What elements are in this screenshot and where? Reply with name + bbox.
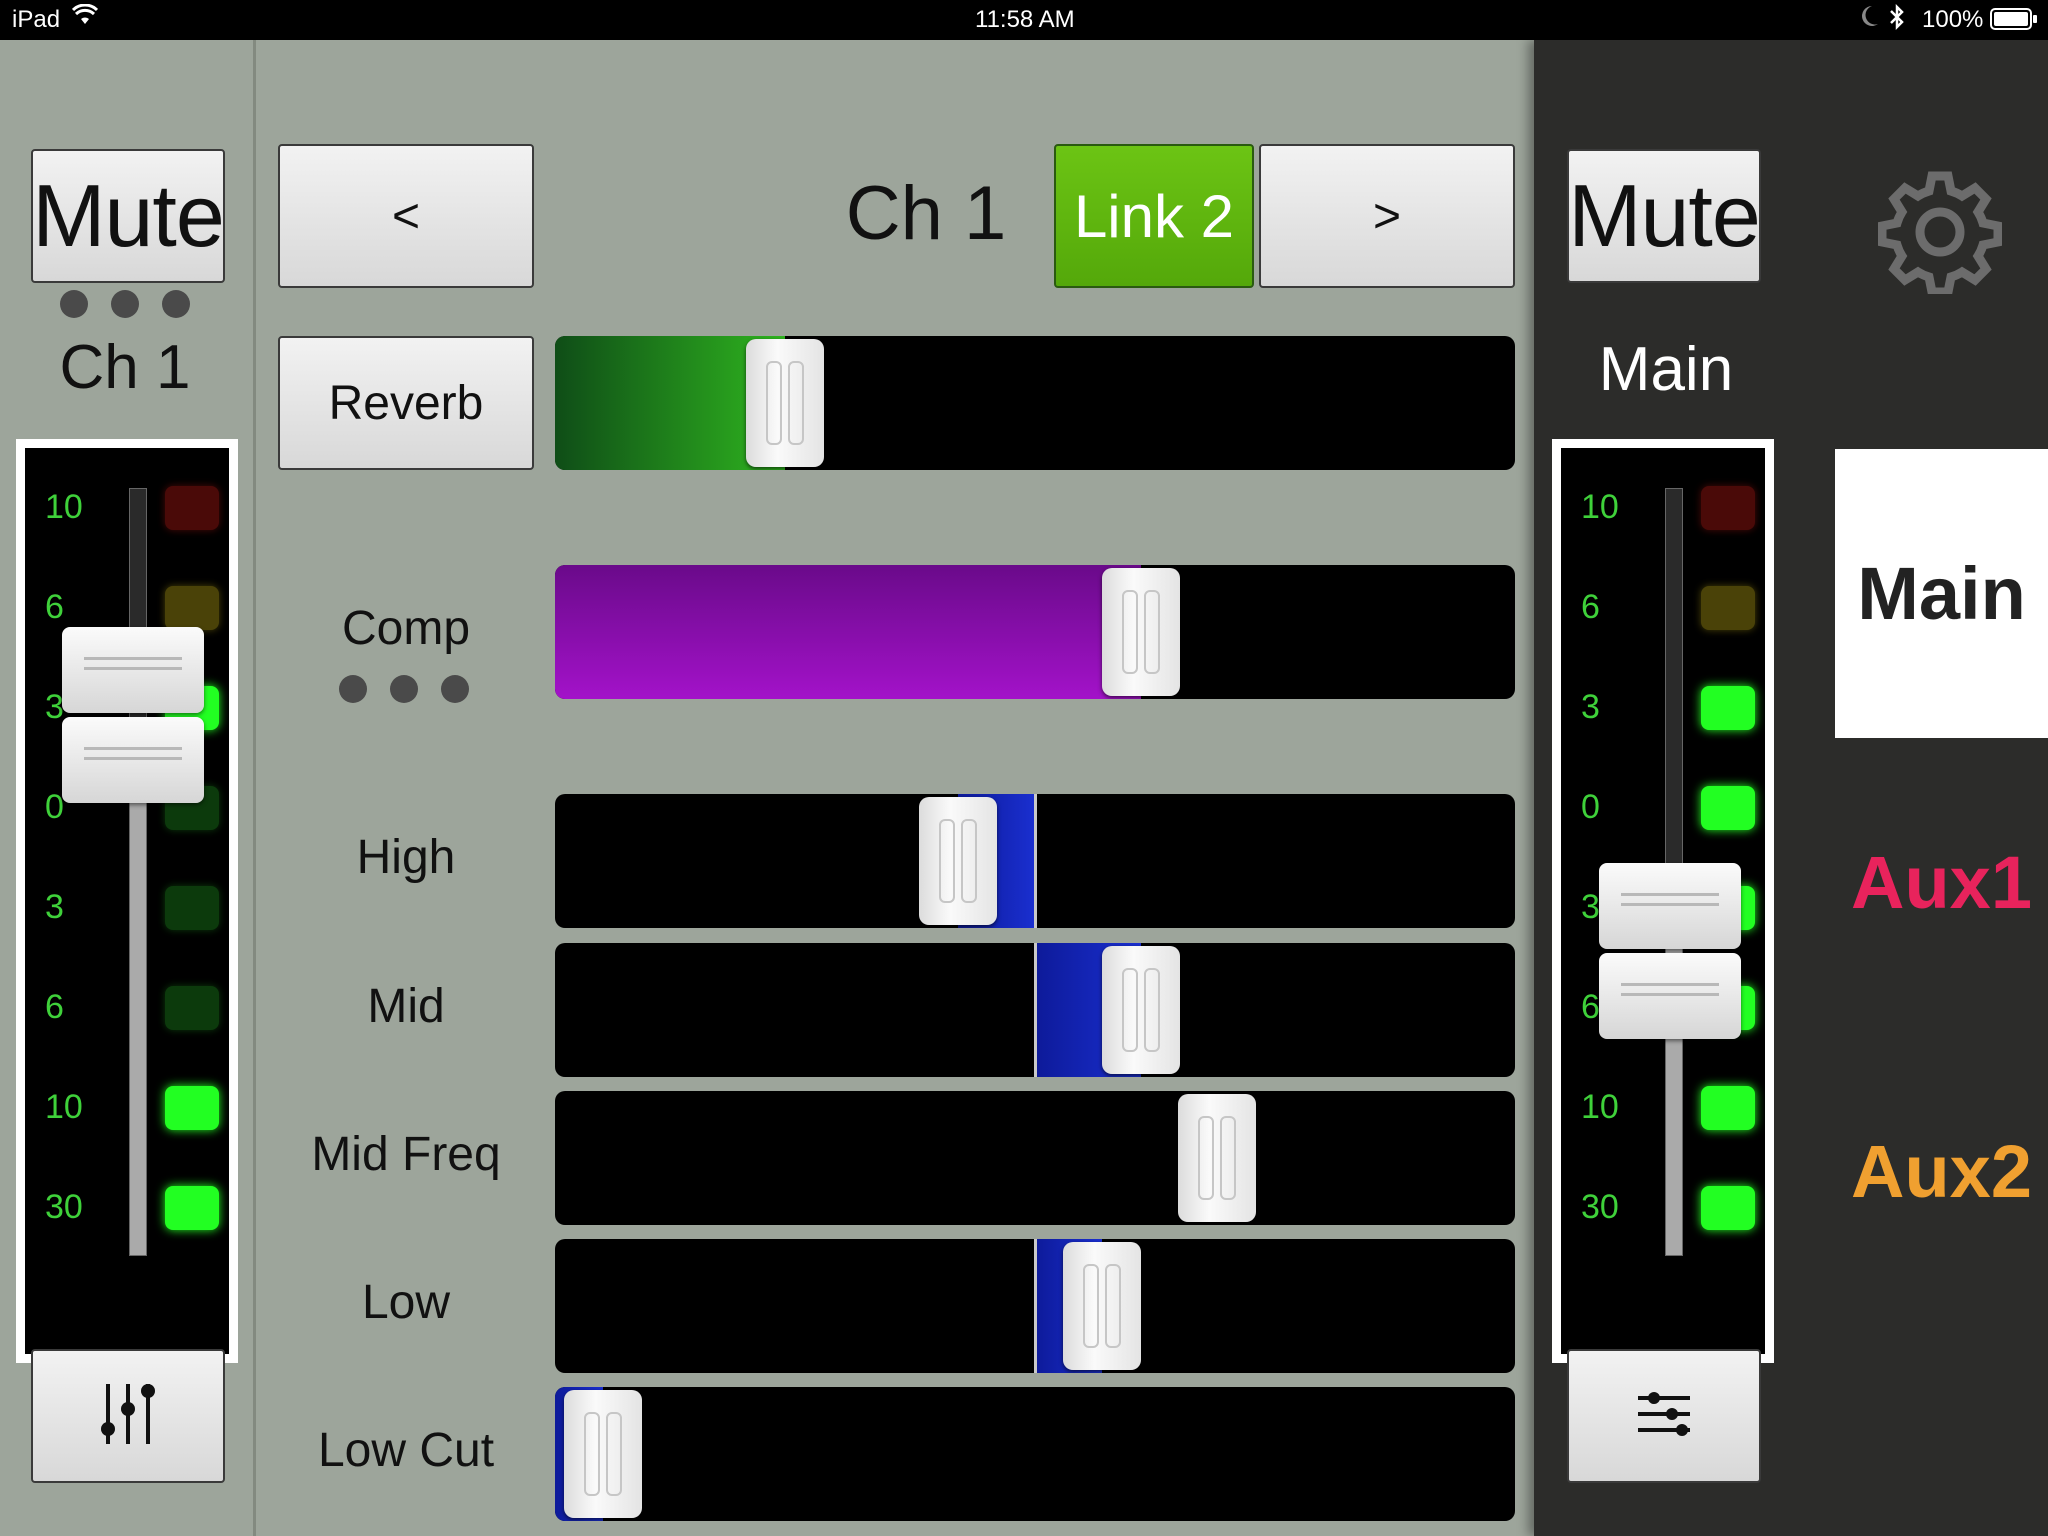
link-toggle[interactable]: Link 2 <box>1054 144 1254 288</box>
meter-led <box>165 1186 219 1230</box>
meter-scale-label: 30 <box>45 1188 83 1226</box>
bus-tab-main[interactable]: Main <box>1835 449 2048 738</box>
reverb-slider[interactable] <box>555 336 1515 470</box>
meter-led <box>1701 486 1755 530</box>
main-eq-button[interactable] <box>1567 1349 1761 1483</box>
slider-thumb[interactable] <box>1101 946 1180 1074</box>
channel-eq-button[interactable] <box>31 1349 225 1483</box>
main-fader-meter: 10 6 3 0 3 6 10 30 <box>1552 439 1774 1363</box>
moon-icon <box>1860 4 1880 35</box>
slider-fill <box>555 565 1141 699</box>
page-dot <box>162 290 190 318</box>
bus-tab-aux1[interactable]: Aux1 <box>1835 738 2048 1027</box>
battery-percent: 100% <box>1922 6 1984 33</box>
meter-scale-label: 6 <box>1581 588 1600 626</box>
meter-scale-label: 6 <box>45 988 64 1026</box>
slider-thumb[interactable] <box>1101 568 1180 696</box>
meter-scale-label: 6 <box>45 588 64 626</box>
comp-label: Comp <box>341 602 471 655</box>
status-bar: iPad 11:58 AM 100% <box>0 0 2048 40</box>
main-mute-button[interactable]: Mute <box>1567 149 1761 283</box>
meter-scale-label: 10 <box>1581 488 1619 526</box>
slider-thumb[interactable] <box>564 1390 642 1518</box>
high-slider[interactable] <box>555 794 1515 928</box>
slider-center-line <box>1034 1239 1037 1373</box>
meter-led <box>1701 586 1755 630</box>
meter-scale-label: 0 <box>1581 788 1600 826</box>
meter-led <box>165 586 219 630</box>
mid-freq-label: Mid Freq <box>311 1128 501 1181</box>
bus-tab-aux2[interactable]: Aux2 <box>1835 1027 2048 1316</box>
fader-track-fill <box>129 788 147 1256</box>
meter-scale-label: 10 <box>1581 1088 1619 1126</box>
bus-label: Main <box>1598 335 1734 404</box>
meter-scale-label: 10 <box>45 488 83 526</box>
meter-scale-label: 30 <box>1581 1188 1619 1226</box>
slider-center-line <box>1034 943 1037 1077</box>
page-dot <box>339 675 367 703</box>
slider-thumb[interactable] <box>1178 1094 1257 1222</box>
mixer-sliders-icon <box>98 1379 158 1454</box>
meter-led <box>1701 786 1755 830</box>
gear-icon[interactable] <box>1877 170 2003 299</box>
next-channel-button[interactable]: > <box>1259 144 1515 288</box>
wifi-icon <box>71 3 99 33</box>
meter-scale-label: 6 <box>1581 988 1600 1026</box>
meter-led <box>165 986 219 1030</box>
fader-handle[interactable] <box>1599 863 1741 949</box>
low-slider[interactable] <box>555 1239 1515 1373</box>
meter-scale-label: 3 <box>1581 888 1600 926</box>
meter-led <box>165 886 219 930</box>
low-label: Low <box>361 1276 451 1329</box>
clock: 11:58 AM <box>975 6 1075 33</box>
device-label: iPad <box>12 6 61 33</box>
channel-strip: Mute Ch 1 10 6 3 0 3 6 10 30 <box>0 40 256 1536</box>
comp-slider[interactable] <box>555 565 1515 699</box>
meter-led <box>165 1086 219 1130</box>
page-dot <box>111 290 139 318</box>
mid-freq-slider[interactable] <box>555 1091 1515 1225</box>
low-cut-slider[interactable] <box>555 1387 1515 1521</box>
eq-sliders-icon <box>1634 1391 1694 1441</box>
fader-handle[interactable] <box>62 627 204 713</box>
page-indicator <box>60 290 190 318</box>
meter-led <box>1701 1186 1755 1230</box>
mid-slider[interactable] <box>555 943 1515 1077</box>
slider-center-line <box>1034 794 1037 928</box>
page-dot <box>390 675 418 703</box>
slider-thumb[interactable] <box>919 797 998 925</box>
prev-channel-button[interactable]: < <box>278 144 534 288</box>
fader-handle-lower[interactable] <box>62 717 204 803</box>
bluetooth-icon <box>1888 3 1906 37</box>
meter-led <box>165 486 219 530</box>
fader-handle-lower[interactable] <box>1599 953 1741 1039</box>
master-panel: Mute Main 10 6 3 0 3 6 10 30 Main Aux1 Aux2 <box>1534 40 2048 1536</box>
slider-thumb[interactable] <box>746 339 825 467</box>
meter-led <box>1701 1086 1755 1130</box>
mid-label: Mid <box>367 980 445 1033</box>
channel-label: Ch 1 <box>59 333 191 402</box>
meter-led <box>1701 686 1755 730</box>
page-indicator <box>339 675 469 703</box>
page-dot <box>441 675 469 703</box>
channel-title: Ch 1 <box>845 171 1007 256</box>
low-cut-label: Low Cut <box>317 1424 495 1477</box>
high-label: High <box>356 831 456 884</box>
channel-edit-panel: < Ch 1 Link 2 > Reverb Comp High Mid Mid Fre… <box>256 40 1534 1536</box>
channel-fader-meter: 10 6 3 0 3 6 10 30 <box>16 439 238 1363</box>
reverb-button[interactable]: Reverb <box>278 336 534 470</box>
slider-thumb[interactable] <box>1063 1242 1142 1370</box>
battery-icon <box>1990 8 2038 39</box>
page-dot <box>60 290 88 318</box>
meter-scale-label: 10 <box>45 1088 83 1126</box>
mute-button[interactable]: Mute <box>31 149 225 283</box>
meter-scale-label: 3 <box>45 888 64 926</box>
meter-scale-label: 3 <box>1581 688 1600 726</box>
